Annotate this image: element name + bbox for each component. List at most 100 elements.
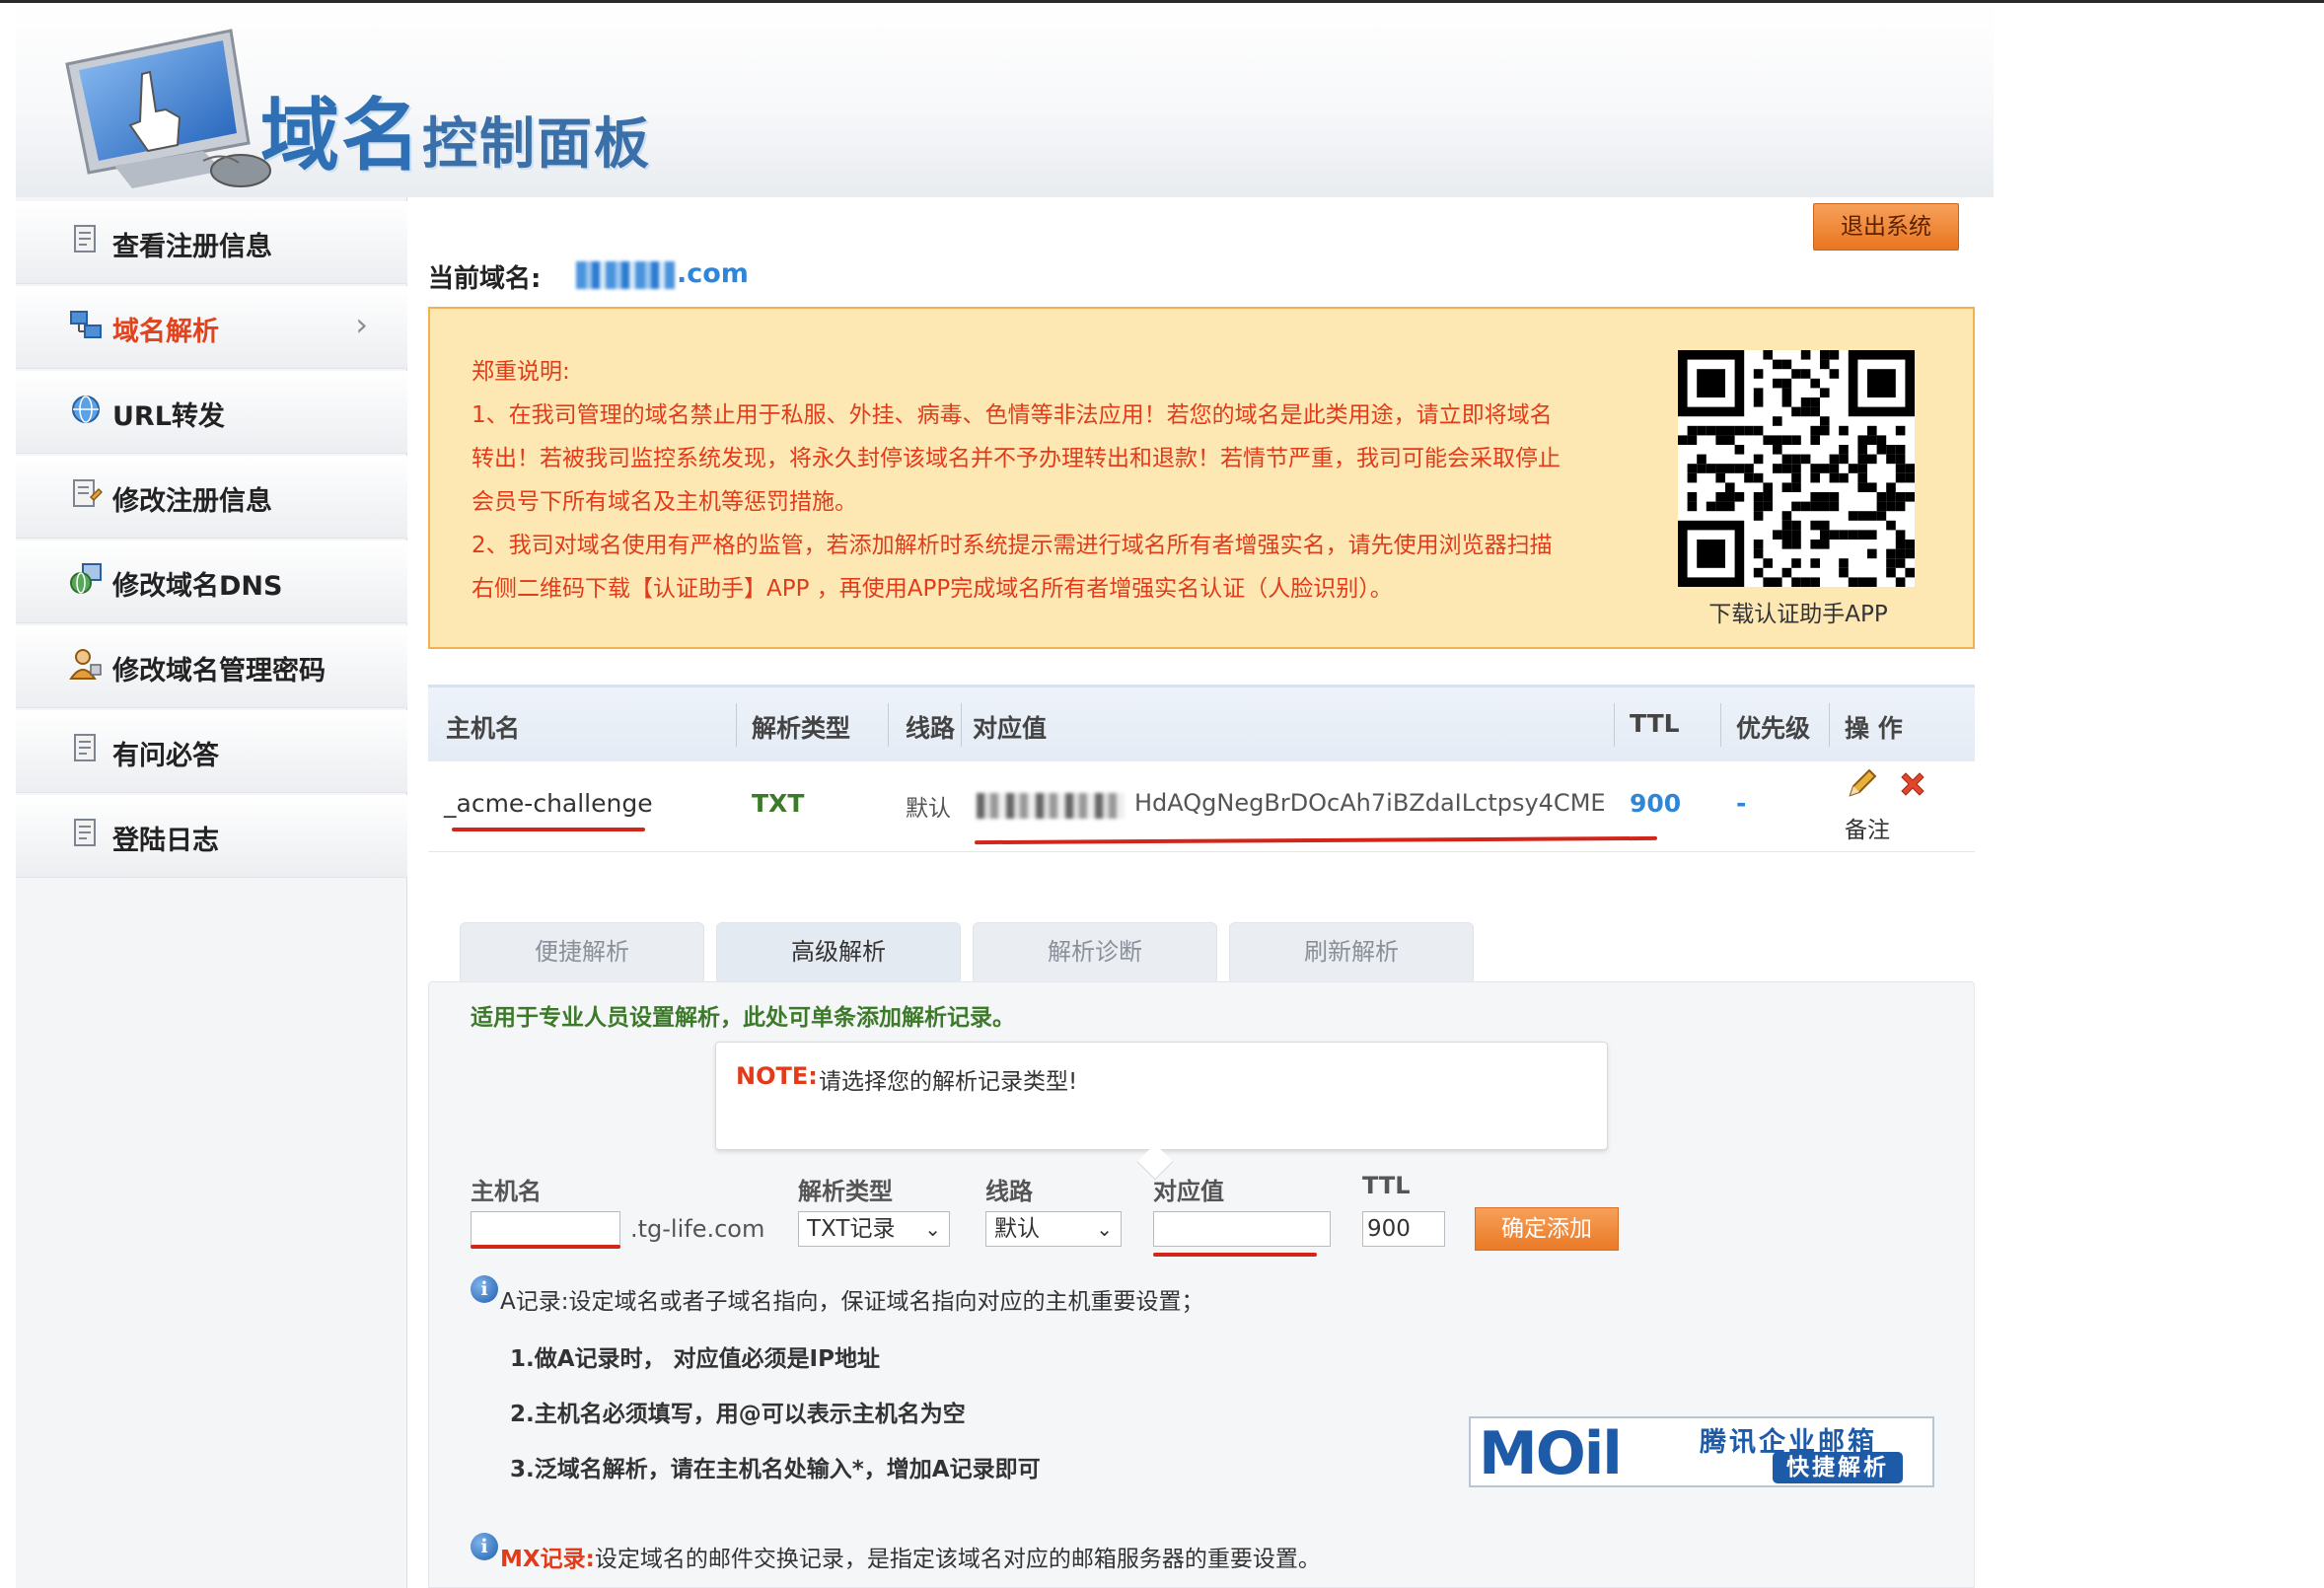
a-record-rule: 3.泛域名解析，请在主机名处输入*，增加A记录即可 bbox=[510, 1457, 1041, 1482]
host-input[interactable] bbox=[471, 1211, 620, 1247]
notice-line: 2、我司对域名使用有严格的监管，若添加解析时系统提示需进行域名所有者增强实名，请… bbox=[472, 533, 1553, 558]
value-input[interactable] bbox=[1153, 1211, 1331, 1247]
logout-button[interactable]: 退出系统 bbox=[1813, 203, 1959, 251]
notice-line: 会员号下所有域名及主机等惩罚措施。 bbox=[472, 489, 857, 515]
sidebar-item-label: 登陆日志 bbox=[112, 826, 219, 856]
info-icon: i bbox=[471, 1275, 498, 1303]
sidebar-item-edit-registration[interactable]: 修改注册信息 bbox=[16, 456, 407, 539]
record-value: HdAQgNegBrDOcAh7iBZdaILctpsy4CME bbox=[1134, 789, 1606, 817]
record-type: TXT bbox=[752, 789, 805, 818]
chevron-down-icon: ⌄ bbox=[1096, 1217, 1113, 1241]
advanced-resolve-panel: 适用于专业人员设置解析，此处可单条添加解析记录。 NOTE: 请选择您的解析记录… bbox=[428, 981, 1975, 1588]
document-icon bbox=[74, 734, 96, 761]
type-select[interactable]: TXT记录 ⌄ bbox=[798, 1211, 950, 1247]
header-title-main: 域名 bbox=[260, 90, 422, 181]
tab-quick-resolve[interactable]: 便捷解析 bbox=[460, 922, 704, 981]
notice-panel: 郑重说明: 1、在我司管理的域名禁止用于私服、外挂、病毒、色情等非法应用！若您的… bbox=[428, 307, 1975, 649]
sidebar-item-dns-resolution[interactable]: 域名解析 › bbox=[16, 286, 407, 369]
sidebar-item-label: 修改域名管理密码 bbox=[112, 656, 326, 686]
record-ttl: 900 bbox=[1630, 789, 1682, 818]
sidebar-item-label: 有问必答 bbox=[112, 741, 219, 771]
line-field-label: 线路 bbox=[985, 1178, 1033, 1205]
header: 域名控制面板 bbox=[16, 3, 1994, 197]
host-field-label: 主机名 bbox=[471, 1178, 542, 1205]
type-select-value: TXT记录 bbox=[807, 1216, 896, 1242]
notice-line: 1、在我司管理的域名禁止用于私服、外挂、病毒、色情等非法应用！若您的域名是此类用… bbox=[472, 402, 1553, 428]
column-header-ttl: TTL bbox=[1630, 709, 1680, 738]
annotation-underline bbox=[1153, 1253, 1317, 1257]
sidebar-item-label: 修改域名DNS bbox=[112, 571, 283, 602]
notice-text: 郑重说明: 1、在我司管理的域名禁止用于私服、外挂、病毒、色情等非法应用！若您的… bbox=[472, 350, 1626, 611]
value-field-label: 对应值 bbox=[1153, 1178, 1224, 1205]
a-record-help: A记录:设定域名或者子域名指向，保证域名指向对应的主机重要设置； bbox=[500, 1289, 1204, 1315]
column-header-actions: 操 作 bbox=[1845, 714, 1903, 743]
globe-icon bbox=[72, 396, 100, 423]
note-link[interactable]: 备注 bbox=[1845, 811, 1890, 844]
sidebar-item-url-forward[interactable]: URL转发 bbox=[16, 371, 407, 454]
column-divider bbox=[888, 703, 889, 747]
column-divider bbox=[1720, 703, 1721, 747]
sidebar-item-label: 域名解析 bbox=[112, 317, 219, 347]
tab-refresh[interactable]: 刷新解析 bbox=[1229, 922, 1474, 981]
column-divider bbox=[1829, 703, 1830, 747]
redacted-value-blur bbox=[977, 793, 1125, 819]
sidebar-item-faq[interactable]: 有问必答 bbox=[16, 710, 407, 793]
tab-diagnose[interactable]: 解析诊断 bbox=[973, 922, 1217, 981]
note-label: NOTE: bbox=[736, 1062, 818, 1090]
line-select[interactable]: 默认 ⌄ bbox=[985, 1211, 1122, 1247]
document-icon bbox=[74, 225, 96, 253]
qr-code-image bbox=[1678, 350, 1915, 587]
notice-line: 转出！若被我司监控系统发现，将永久封停该域名并不予办理转出和退款！若情节严重，我… bbox=[472, 446, 1561, 471]
chevron-right-icon: › bbox=[355, 306, 368, 343]
column-divider bbox=[1614, 703, 1615, 747]
notice-line: 右侧二维码下载【认证助手】APP ，再使用APP完成域名所有者增强实名认证（人脸… bbox=[472, 576, 1393, 602]
redacted-domain-blur bbox=[576, 261, 675, 289]
sidebar-item-label: URL转发 bbox=[112, 401, 225, 432]
sidebar-item-view-registration[interactable]: 查看注册信息 bbox=[16, 201, 407, 284]
network-icon bbox=[70, 311, 102, 338]
mx-record-label: MX记录: bbox=[500, 1547, 595, 1572]
confirm-add-button[interactable]: 确定添加 bbox=[1475, 1207, 1619, 1251]
qr-label: 下载认证助手APP bbox=[1708, 602, 1888, 627]
sidebar-item-label: 查看注册信息 bbox=[112, 232, 272, 262]
annotation-underline bbox=[471, 1245, 620, 1249]
mx-record-text: 设定域名的邮件交换记录，是指定该域名对应的邮箱服务器的重要设置。 bbox=[594, 1547, 1321, 1572]
record-host: _acme-challenge bbox=[444, 789, 653, 818]
column-header-priority: 优先级 bbox=[1736, 714, 1811, 743]
sidebar-item-login-log[interactable]: 登陆日志 bbox=[16, 795, 407, 878]
sidebar-item-edit-password[interactable]: 修改域名管理密码 bbox=[16, 625, 407, 708]
ttl-field-label: TTL bbox=[1362, 1172, 1411, 1199]
column-divider bbox=[961, 703, 962, 747]
column-header-line: 线路 bbox=[906, 714, 956, 743]
mail-logo: MOil bbox=[1479, 1419, 1623, 1488]
delete-x-icon[interactable] bbox=[1896, 767, 1929, 801]
edit-pencil-icon[interactable] bbox=[1845, 767, 1878, 801]
sidebar-item-edit-dns[interactable]: 修改域名DNS bbox=[16, 541, 407, 623]
header-title-sub: 控制面板 bbox=[422, 112, 651, 177]
note-tooltip: NOTE: 请选择您的解析记录类型! bbox=[715, 1042, 1608, 1181]
chevron-down-icon: ⌄ bbox=[924, 1217, 941, 1241]
column-header-host: 主机名 bbox=[446, 714, 521, 743]
a-record-rule: 1.做A记录时， 对应值必须是IP地址 bbox=[510, 1346, 880, 1372]
type-field-label: 解析类型 bbox=[798, 1178, 893, 1205]
sidebar: 查看注册信息 域名解析 › URL转发 修改注册信息 修改域名DNS 修改域名管… bbox=[16, 197, 407, 1588]
annotation-underline bbox=[452, 828, 645, 831]
record-priority: - bbox=[1736, 789, 1747, 818]
header-title: 域名控制面板 bbox=[260, 72, 651, 186]
info-icon: i bbox=[471, 1533, 498, 1560]
current-domain-value[interactable]: .com bbox=[677, 258, 749, 289]
records-table-header: 主机名 解析类型 线路 对应值 TTL 优先级 操 作 bbox=[428, 685, 1975, 761]
monitor-hand-logo-icon bbox=[65, 29, 271, 188]
tencent-mail-banner[interactable]: MOil 腾讯企业邮箱 快捷解析 bbox=[1469, 1416, 1934, 1487]
edit-document-icon bbox=[73, 479, 103, 507]
record-line: 默认 bbox=[906, 796, 951, 822]
column-header-type: 解析类型 bbox=[752, 714, 851, 743]
current-domain-label: 当前域名: bbox=[428, 264, 542, 294]
a-record-rule: 2.主机名必须填写，用@可以表示主机名为空 bbox=[510, 1402, 966, 1427]
ttl-input[interactable]: 900 bbox=[1362, 1211, 1445, 1247]
line-select-value: 默认 bbox=[994, 1216, 1040, 1242]
user-key-icon bbox=[69, 649, 102, 680]
document-icon bbox=[74, 819, 96, 846]
tab-advanced-resolve[interactable]: 高级解析 bbox=[716, 922, 961, 981]
column-divider bbox=[736, 703, 737, 747]
